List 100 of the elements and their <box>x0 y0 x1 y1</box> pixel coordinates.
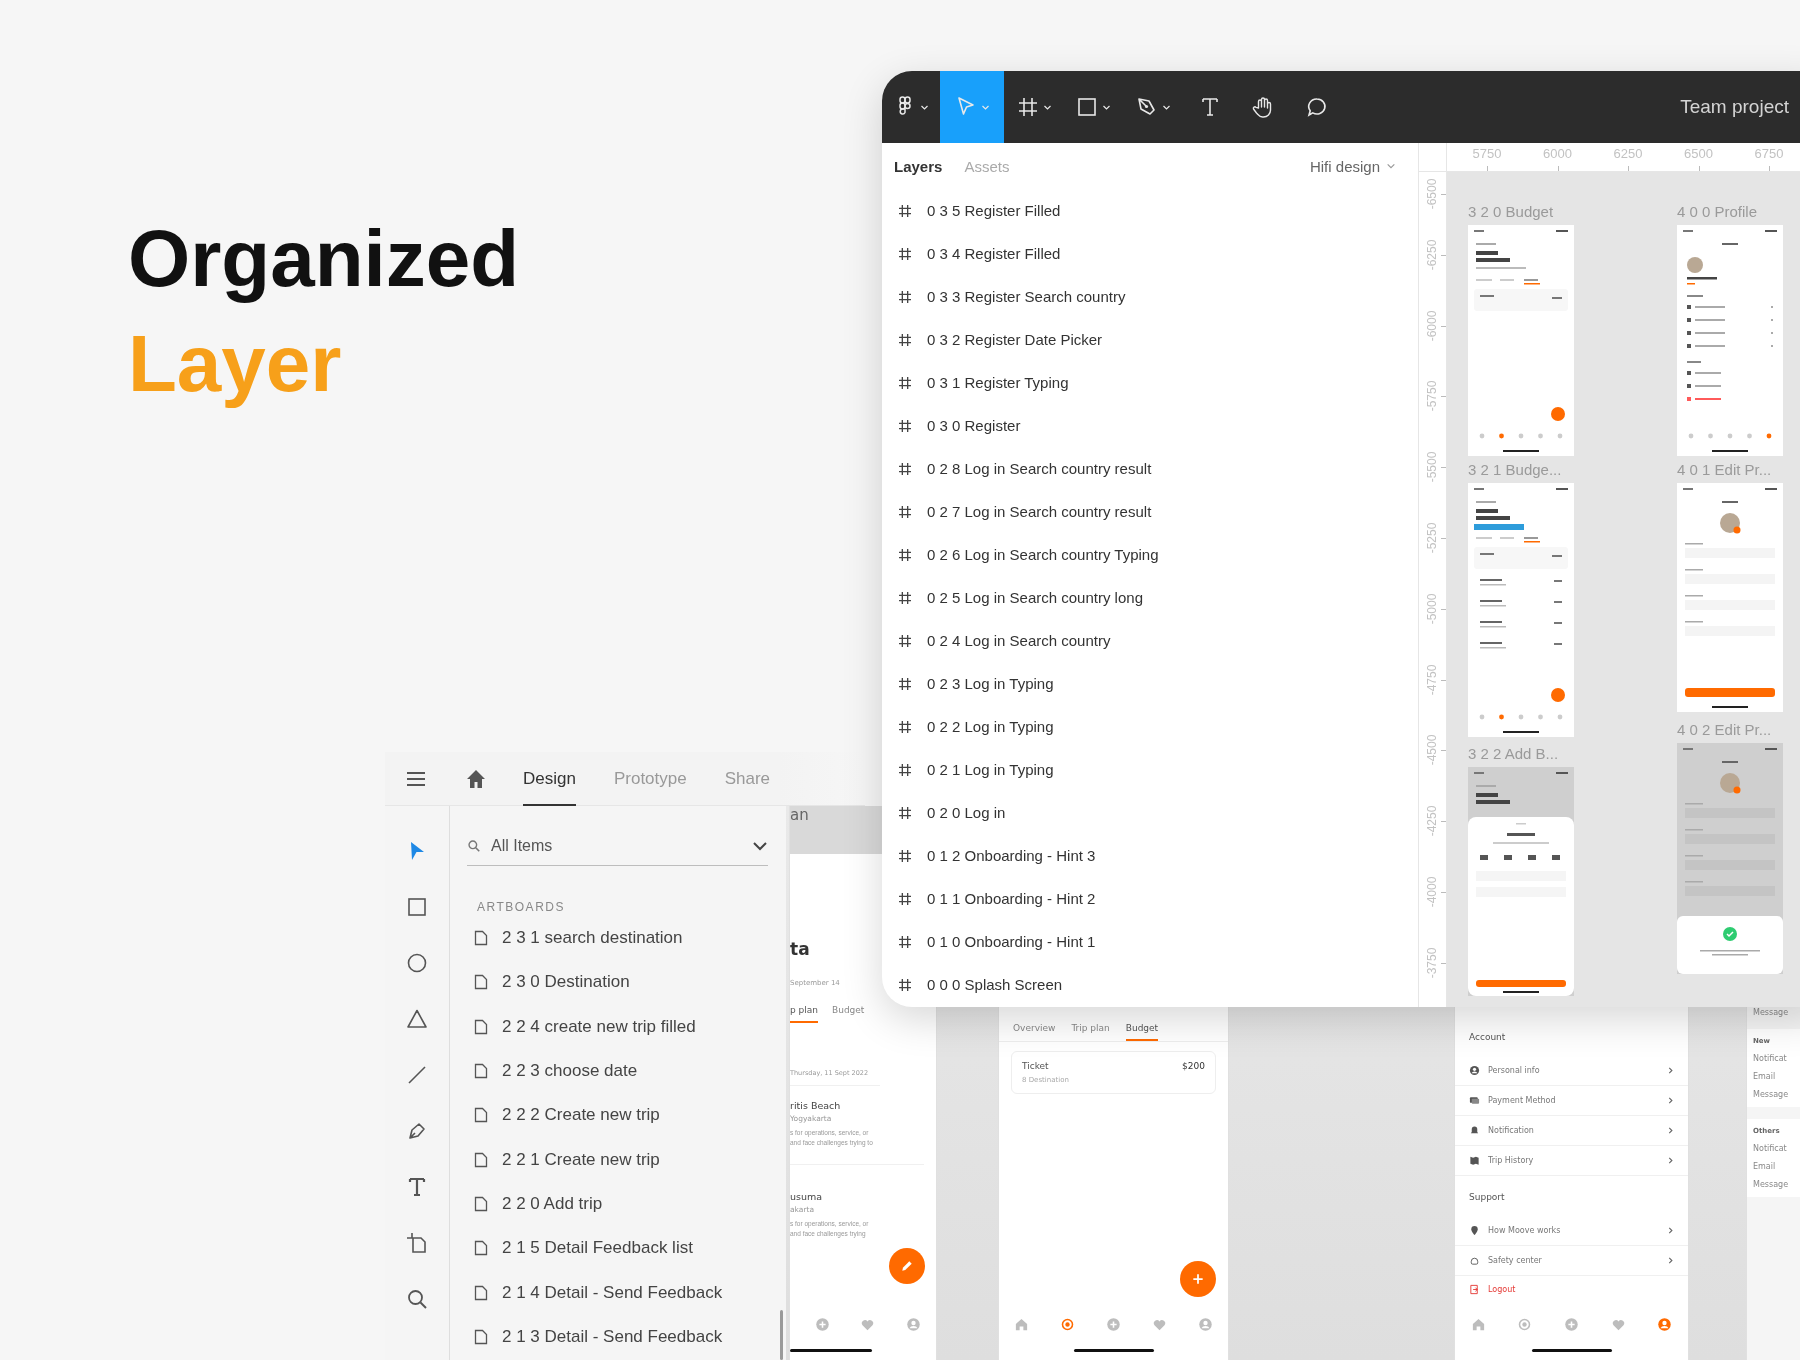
layer-item[interactable]: 0 2 7 Log in Search country result <box>882 490 1418 533</box>
headset-icon <box>1469 1255 1480 1266</box>
layer-item[interactable]: 0 2 1 Log in Typing <box>882 748 1418 791</box>
filter-dropdown[interactable]: All Items <box>467 826 768 866</box>
hash-icon <box>897 503 913 520</box>
pencil-icon <box>900 1259 914 1273</box>
hash-icon <box>897 718 913 735</box>
settings-item[interactable]: How Moove works <box>1455 1216 1688 1246</box>
settings-item[interactable]: Personal info <box>1455 1056 1688 1086</box>
layer-item[interactable]: 0 3 5 Register Filled <box>882 189 1418 232</box>
layer-item[interactable]: 0 1 0 Onboarding - Hint 1 <box>882 920 1418 963</box>
settings-item[interactable]: Safety center <box>1455 1246 1688 1276</box>
trip-title: ta <box>790 939 810 959</box>
logout-item[interactable]: Logout <box>1455 1276 1688 1302</box>
page-icon <box>473 1284 489 1301</box>
ruler-label: -6000 <box>1425 310 1439 341</box>
frame-title: 3 2 2 Add B... <box>1468 745 1560 763</box>
chevron-right-icon <box>1668 1067 1674 1074</box>
artboard-icon[interactable] <box>405 1231 429 1255</box>
artboard-item[interactable]: 2 3 1 search destination <box>467 916 786 961</box>
header-title: an <box>790 806 809 824</box>
ellipse-icon[interactable] <box>405 951 429 975</box>
page-icon <box>473 1107 489 1124</box>
setting-label: Message <box>1753 1180 1789 1189</box>
artboard-item[interactable]: 2 3 0 Destination <box>467 960 786 1005</box>
tab[interactable]: Budget <box>832 1005 865 1023</box>
settings-item[interactable]: Notification <box>1455 1116 1688 1146</box>
hash-icon <box>897 890 913 907</box>
hash-icon <box>897 331 913 348</box>
layer-item[interactable]: 0 2 3 Log in Typing <box>882 662 1418 705</box>
layer-item[interactable]: 0 3 3 Register Search country <box>882 275 1418 318</box>
layer-item[interactable]: 0 0 0 Splash Screen <box>882 963 1418 1006</box>
page-dropdown[interactable]: Hifi design <box>1309 157 1396 175</box>
setting-label: Notificat <box>1753 1054 1787 1063</box>
pin-icon <box>1469 1225 1480 1236</box>
layer-item[interactable]: 0 3 0 Register <box>882 404 1418 447</box>
ruler-label: -3750 <box>1425 947 1439 979</box>
layer-item[interactable]: 0 1 2 Onboarding - Hint 3 <box>882 834 1418 877</box>
tab[interactable]: Overview <box>1013 1023 1056 1041</box>
hash-icon <box>897 675 913 692</box>
section-heading: ARTBOARDS <box>477 900 566 916</box>
setting-label: Notificat <box>1753 1144 1787 1153</box>
layer-item[interactable]: 0 2 5 Log in Search country long <box>882 576 1418 619</box>
layer-item[interactable]: 0 2 8 Log in Search country result <box>882 447 1418 490</box>
ruler-label: 6000 <box>1543 146 1572 161</box>
ruler-label: -4500 <box>1425 735 1439 766</box>
artboard-item[interactable]: 2 1 3 Detail - Send Feedback <box>467 1314 786 1359</box>
layer-item[interactable]: 0 3 4 Register Filled <box>882 232 1418 275</box>
tab[interactable]: Trip plan <box>1071 1023 1110 1041</box>
header-title: Message <box>1752 1008 1789 1017</box>
place-name: ritis Beach <box>790 1100 841 1111</box>
hash-icon <box>897 589 913 606</box>
ruler-label: -5500 <box>1425 451 1439 483</box>
page-icon <box>473 1063 489 1080</box>
layer-item[interactable]: 0 1 1 Onboarding - Hint 2 <box>882 877 1418 920</box>
artboard-item[interactable]: 2 2 2 Create new trip <box>467 1093 786 1138</box>
page-icon <box>473 930 489 947</box>
layer-item[interactable]: 0 3 2 Register Date Picker <box>882 318 1418 361</box>
artboard-item[interactable]: 2 1 4 Detail - Send Feedback <box>467 1270 786 1315</box>
layer-item[interactable]: 0 3 1 Register Typing <box>882 361 1418 404</box>
layer-item[interactable]: 0 2 6 Log in Search country Typing <box>882 533 1418 576</box>
triangle-icon[interactable] <box>405 1007 429 1031</box>
section-title: Support <box>1469 1192 1505 1204</box>
page-icon <box>473 1195 489 1212</box>
panel-tab[interactable]: Layers <box>894 153 951 179</box>
chevron-right-icon <box>1668 1097 1674 1104</box>
target-icon[interactable] <box>1060 1316 1076 1332</box>
ruler-label: 5750 <box>1472 146 1502 161</box>
map-icon <box>1469 1155 1480 1166</box>
hash-icon <box>897 976 913 993</box>
ruler-label: -6250 <box>1425 239 1439 271</box>
artboard-item[interactable]: 2 2 1 Create new trip <box>467 1137 786 1182</box>
user-icon <box>1469 1065 1480 1076</box>
profile-icon[interactable] <box>1657 1316 1673 1332</box>
settings-item[interactable]: Trip History <box>1455 1146 1688 1176</box>
artboard-item[interactable]: 2 2 4 create new trip filled <box>467 1004 786 1049</box>
artboard-item[interactable]: 2 2 0 Add trip <box>467 1181 786 1227</box>
hash-icon <box>897 417 913 434</box>
settings-item[interactable]: Payment Method <box>1455 1086 1688 1116</box>
chevron-right-icon <box>1668 1157 1674 1164</box>
ruler-label: 6250 <box>1613 146 1643 161</box>
artboard-item[interactable]: 2 1 5 Detail Feedback list <box>467 1226 786 1271</box>
add-button[interactable] <box>1180 1261 1216 1297</box>
hash-icon <box>897 761 913 778</box>
artboard-item[interactable]: 2 2 3 choose date <box>467 1048 786 1094</box>
ruler-label: -6500 <box>1425 178 1439 210</box>
layer-item[interactable]: 0 2 0 Log in <box>882 791 1418 834</box>
search-icon[interactable] <box>405 1287 429 1311</box>
tab[interactable]: Budget <box>1125 1023 1159 1041</box>
layer-item[interactable]: 0 2 4 Log in Search country <box>882 619 1418 662</box>
frame-title: 3 2 0 Budget <box>1468 203 1555 221</box>
rectangle-icon[interactable] <box>405 895 429 919</box>
edit-button[interactable] <box>889 1248 925 1284</box>
layer-item[interactable]: 0 2 2 Log in Typing <box>882 705 1418 748</box>
hash-icon <box>897 245 913 262</box>
setting-label: Message <box>1753 1090 1789 1099</box>
page-icon <box>473 974 489 991</box>
page-icon <box>473 1328 489 1345</box>
project-name: Team project <box>1680 96 1789 118</box>
tab[interactable]: p plan <box>790 1005 818 1023</box>
